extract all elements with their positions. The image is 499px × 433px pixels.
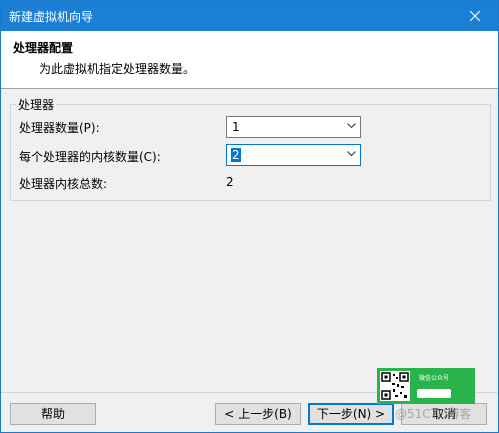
close-button[interactable] <box>452 1 498 31</box>
page-subtitle: 为此虚拟机指定处理器数量。 <box>39 62 196 76</box>
total-cores-value: 2 <box>226 175 234 189</box>
cores-per-processor-select[interactable]: 2 <box>226 144 361 166</box>
wechat-label: 微信公众号 <box>419 375 450 382</box>
qr-code-image <box>380 371 410 401</box>
next-button[interactable]: 下一步(N) > <box>308 403 394 425</box>
cores-per-processor-value: 2 <box>231 148 241 162</box>
total-cores-label: 处理器内核总数: <box>19 177 108 191</box>
processor-count-label: 处理器数量(P): <box>19 121 100 135</box>
processor-group-label: 处理器 <box>16 96 57 113</box>
close-icon <box>470 11 480 21</box>
processor-count-select[interactable]: 1 <box>226 116 361 138</box>
chevron-down-icon <box>347 151 356 157</box>
qr-code-icon <box>381 372 409 400</box>
title-bar[interactable]: 新建虚拟机向导 <box>1 1 498 31</box>
page-header: 处理器配置 为此虚拟机指定处理器数量。 <box>1 31 498 89</box>
watermark: @51CTO博客 <box>395 407 472 421</box>
page-title: 处理器配置 <box>13 41 74 55</box>
help-button[interactable]: 帮助 <box>10 403 96 425</box>
window-title: 新建虚拟机向导 <box>9 10 94 24</box>
processor-count-value: 1 <box>232 120 240 134</box>
wizard-window: 新建虚拟机向导 处理器配置 为此虚拟机指定处理器数量。 处理器 处理器数量(P)… <box>0 0 499 433</box>
wechat-qr-overlay: 微信公众号 <box>377 368 475 404</box>
cores-per-processor-label: 每个处理器的内核数量(C): <box>19 150 161 164</box>
scan-badge <box>417 389 451 398</box>
back-button[interactable]: < 上一步(B) <box>215 403 301 425</box>
chevron-down-icon <box>347 123 356 129</box>
